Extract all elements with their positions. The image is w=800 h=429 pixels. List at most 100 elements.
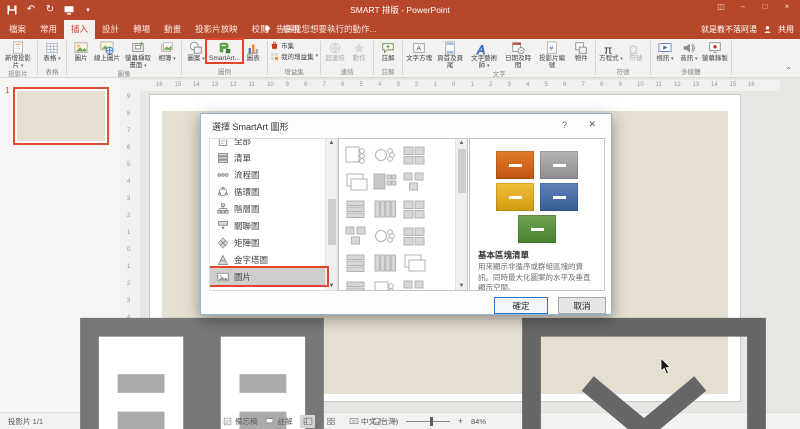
ribbon-tab-item[interactable]: 動畫: [157, 20, 188, 39]
ribbon-button-comment[interactable]: 註解: [376, 40, 400, 62]
category-cat-relationship[interactable]: 關聯圖: [210, 217, 326, 234]
layout-thumbnail-4[interactable]: [372, 170, 398, 194]
ruler-number: 2: [489, 82, 492, 88]
view-normal-button[interactable]: [300, 415, 315, 428]
ribbon-button-chart[interactable]: 圖表: [241, 40, 265, 62]
category-cat-matrix[interactable]: 矩陣圖: [210, 234, 326, 251]
redo-icon[interactable]: ↻: [44, 4, 56, 16]
ribbon-button-store[interactable]: 市集: [270, 40, 294, 50]
layout-thumbnail-6[interactable]: [343, 197, 369, 221]
maximize-button[interactable]: □: [754, 0, 776, 14]
scroll-down-icon[interactable]: ▼: [456, 283, 467, 289]
save-icon[interactable]: [6, 4, 18, 16]
ribbon-button-slidenumber[interactable]: #投影片編號: [535, 40, 569, 69]
dialog-help-button[interactable]: ?: [562, 120, 567, 130]
notes-button[interactable]: 備忘稿: [223, 416, 258, 427]
ruler-number: 8: [127, 111, 130, 117]
category-cat-process[interactable]: 流程圖: [210, 166, 326, 183]
view-sorter-button[interactable]: [323, 415, 338, 428]
zoom-slider[interactable]: [406, 421, 450, 422]
layout-thumbnail-13[interactable]: [372, 251, 398, 275]
ok-button[interactable]: 確定: [494, 297, 548, 314]
zoom-percent[interactable]: 84%: [471, 417, 486, 426]
minimize-button[interactable]: –: [732, 0, 754, 14]
scroll-up-icon[interactable]: ▲: [456, 140, 467, 146]
ribbon-tab-item[interactable]: 投影片放映: [188, 20, 245, 39]
view-show-button[interactable]: [369, 415, 384, 428]
close-button[interactable]: ×: [776, 0, 798, 14]
ribbon-button-textbox[interactable]: A文字方塊: [405, 40, 433, 62]
layout-thumbnail-10[interactable]: [372, 224, 398, 248]
ribbon-tab-item[interactable]: 檔案: [2, 20, 33, 39]
ribbon-button-video[interactable]: 視訊 ▾: [653, 40, 677, 63]
gallery-scrollbar[interactable]: ▲ ▼: [455, 139, 467, 290]
cancel-button[interactable]: 取消: [558, 297, 606, 314]
layout-thumbnail-1[interactable]: [372, 143, 398, 167]
layout-thumbnail-3[interactable]: [343, 170, 369, 194]
layout-thumbnail-11[interactable]: [401, 224, 427, 248]
ribbon-display-options-button[interactable]: ◫: [710, 0, 732, 14]
layout-thumbnail-0[interactable]: [343, 143, 369, 167]
ribbon-tab-active[interactable]: 插入: [64, 20, 95, 39]
ribbon-button-wordart[interactable]: A文字藝術師 ▾: [467, 40, 501, 70]
layout-thumbnail-14[interactable]: [401, 251, 427, 275]
layout-thumbnail-16[interactable]: [372, 278, 398, 292]
ribbon-button-datetime[interactable]: 日期及時間: [501, 40, 535, 69]
ribbon-button-action[interactable]: 動作: [347, 40, 371, 62]
ribbon-button-shapes[interactable]: 圖案 ▾: [184, 40, 208, 63]
slide-thumbnail[interactable]: [13, 87, 109, 145]
tell-me-box[interactable]: 告訴我您想要執行的動作...: [263, 20, 377, 39]
ribbon-button-new-slide[interactable]: 新增投影片 ▾: [1, 40, 35, 70]
ribbon-button-online-picture[interactable]: 線上圖片: [93, 40, 121, 62]
scroll-up-icon[interactable]: ▲: [326, 140, 337, 146]
ribbon-button-hyperlink[interactable]: 超連結: [323, 40, 347, 62]
layout-thumbnail-5[interactable]: [401, 170, 427, 194]
zoom-in-button[interactable]: +: [458, 416, 463, 426]
dialog-title-bar[interactable]: 選擇 SmartArt 圖形 ? ✕: [201, 114, 611, 136]
ribbon-button-album[interactable]: 相簿 ▾: [155, 40, 179, 63]
zoom-slider-thumb[interactable]: [430, 417, 433, 426]
ribbon-button-screenshot[interactable]: 螢幕擷取畫面 ▾: [121, 40, 155, 70]
layout-thumbnail-9[interactable]: [343, 224, 369, 248]
layout-thumbnail-17[interactable]: [401, 278, 427, 292]
ribbon-tab-item[interactable]: 常用: [33, 20, 64, 39]
category-scrollbar[interactable]: ▲ ▼: [325, 139, 337, 290]
collapse-ribbon-button[interactable]: ⌃: [785, 66, 792, 75]
ribbon-button-object[interactable]: 物件: [569, 40, 593, 62]
ribbon-button-picture[interactable]: 圖片: [69, 40, 93, 62]
ribbon-button-audio[interactable]: 音訊 ▾: [677, 40, 701, 63]
layout-thumbnail-2[interactable]: [401, 143, 427, 167]
ribbon-button-symbol[interactable]: Ω符號: [624, 40, 648, 62]
category-cat-hierarchy[interactable]: 階層圖: [210, 200, 326, 217]
dialog-close-button[interactable]: ✕: [588, 119, 596, 130]
ribbon-button-equation[interactable]: π方程式 ▾: [598, 40, 624, 63]
comments-button[interactable]: 註解: [265, 416, 292, 427]
layout-thumbnail-12[interactable]: [343, 251, 369, 275]
ribbon-button-my-addins[interactable]: 我的增益集▾: [270, 51, 318, 61]
ribbon-tab-item[interactable]: 設計: [95, 20, 126, 39]
category-cat-picture[interactable]: 圖片: [210, 268, 326, 285]
category-cat-all[interactable]: 全部: [210, 138, 326, 149]
scrollbar-thumb[interactable]: [328, 199, 336, 245]
customize-qat-icon[interactable]: ▾: [82, 4, 94, 16]
ribbon-tab-item[interactable]: 轉場: [126, 20, 157, 39]
layout-thumbnail-8[interactable]: [401, 197, 427, 221]
ribbon-button-table[interactable]: 表格 ▾: [40, 40, 64, 63]
zoom-out-button[interactable]: −: [392, 416, 397, 426]
layout-thumbnail-7[interactable]: [372, 197, 398, 221]
ribbon-button-smartart[interactable]: SmartArt...: [208, 40, 241, 62]
undo-icon[interactable]: ↶: [25, 4, 37, 16]
cat-hierarchy-icon: [217, 203, 229, 215]
category-cat-pyramid[interactable]: 金字塔圖: [210, 251, 326, 268]
share-button[interactable]: 共用: [778, 20, 794, 39]
view-reading-button[interactable]: [346, 415, 361, 428]
category-cat-list[interactable]: 清單: [210, 149, 326, 166]
scroll-down-icon[interactable]: ▼: [326, 283, 337, 289]
ribbon-button-screen-rec[interactable]: 螢幕錄製: [701, 40, 729, 62]
slideshow-icon[interactable]: [63, 4, 75, 16]
group-separator: [320, 41, 321, 75]
layout-thumbnail-15[interactable]: [343, 278, 369, 292]
category-cat-cycle[interactable]: 循環圖: [210, 183, 326, 200]
ribbon-button-headerfooter[interactable]: 頁首及頁尾: [433, 40, 467, 69]
scrollbar-thumb[interactable]: [458, 149, 466, 193]
